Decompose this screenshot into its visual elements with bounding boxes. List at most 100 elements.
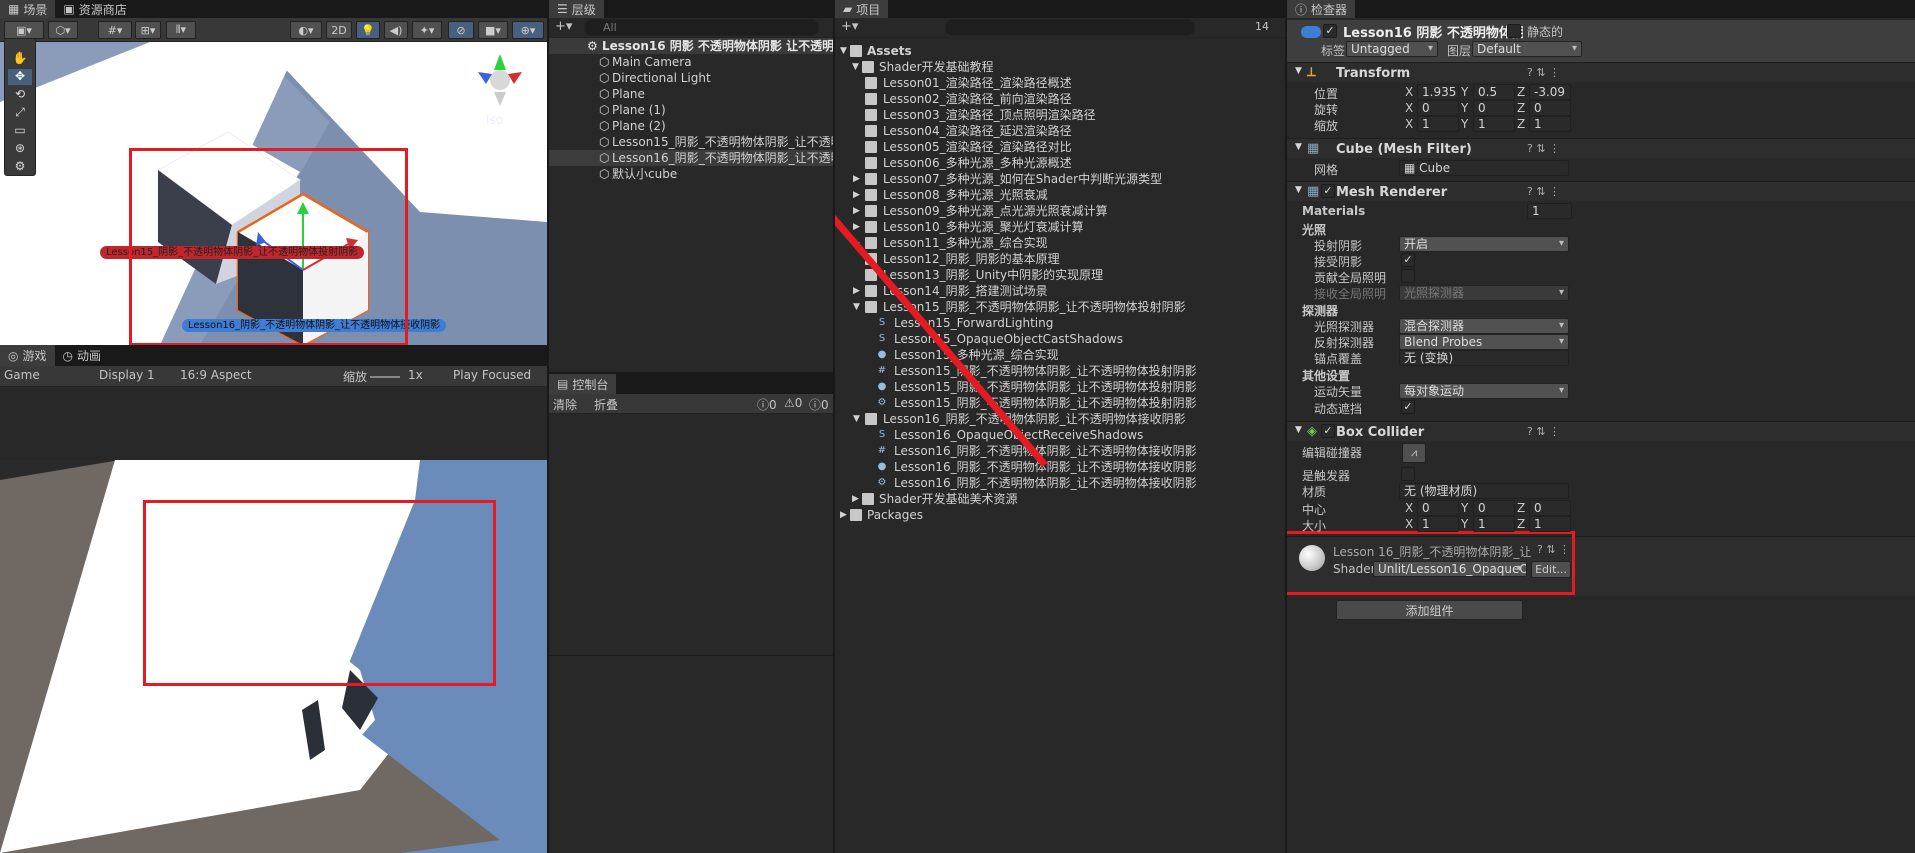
console-divider[interactable] <box>549 655 833 656</box>
dynamic-occlusion-checkbox[interactable]: ✓ <box>1401 400 1415 414</box>
light-probes-dropdown[interactable]: 混合探测器 <box>1399 318 1569 334</box>
tab-console[interactable]: ▤ 控制台 <box>549 374 617 394</box>
expand-arrow-icon[interactable]: ▶ <box>852 491 859 507</box>
object-name-field[interactable]: Lesson16 阴影 不透明物体阴影 让 <box>1343 22 1523 41</box>
project-root-folder[interactable]: ▶ Shader开发基础美术资源 <box>835 491 1285 507</box>
project-search[interactable] <box>945 19 1195 36</box>
axis-label[interactable]: X <box>1405 101 1413 115</box>
static-checkbox[interactable] <box>1507 24 1521 38</box>
axis-label[interactable]: Y <box>1461 517 1468 531</box>
clear-button[interactable]: 清除 <box>553 396 577 413</box>
move-tool-icon[interactable]: ✥ <box>8 69 32 85</box>
audio-toggle[interactable]: ◀) <box>384 21 408 39</box>
mesh-renderer-enabled[interactable]: ✓ <box>1321 184 1335 198</box>
cast-shadows-dropdown[interactable]: 开启 <box>1399 236 1569 252</box>
2d-toggle[interactable]: 2D <box>326 21 352 39</box>
center-z-field[interactable]: 0 <box>1529 500 1571 516</box>
axis-label[interactable]: Z <box>1517 85 1525 99</box>
aspect-dropdown[interactable]: 16:9 Aspect <box>180 368 330 382</box>
scale-tool-icon[interactable]: ⤢ <box>8 105 32 121</box>
axis-label[interactable]: Y <box>1461 117 1468 131</box>
box-collider-enabled[interactable]: ✓ <box>1321 424 1335 438</box>
rect-tool-icon[interactable]: ▭ <box>8 123 32 139</box>
receive-gi-dropdown[interactable]: 光照探测器 <box>1399 285 1569 301</box>
component-menu-icon[interactable]: ? ⇅ ⋮ <box>1527 425 1560 438</box>
scale-z-field[interactable]: 1 <box>1529 116 1571 132</box>
rotation-z-field[interactable]: 0 <box>1529 100 1571 116</box>
play-focused-dropdown[interactable]: Play Focused <box>453 368 547 382</box>
size-y-field[interactable]: 1 <box>1473 516 1515 532</box>
hierarchy-item[interactable]: ⬡Lesson15_阴影_不透明物体阴影_让不透明物体投射 <box>549 134 833 150</box>
lighting-toggle[interactable]: 💡 <box>356 21 380 39</box>
scale-x-field[interactable]: 1 <box>1417 116 1459 132</box>
anchor-override-field[interactable]: 无 (变换) <box>1399 350 1569 366</box>
shader-folder-row[interactable]: ▼ Shader开发基础教程 <box>835 59 1285 75</box>
receive-shadows-checkbox[interactable]: ✓ <box>1401 253 1415 267</box>
add-component-button[interactable]: 添加组件 <box>1336 600 1523 620</box>
box-collider-header[interactable]: ▼ ◈ ✓ Box Collider ? ⇅ ⋮ <box>1287 421 1915 441</box>
rotate-tool-icon[interactable]: ⟲ <box>8 87 32 103</box>
axis-label[interactable]: Z <box>1517 501 1525 515</box>
scale-slider[interactable] <box>370 376 400 378</box>
layer-dropdown[interactable]: Default <box>1472 41 1582 57</box>
axis-label[interactable]: Z <box>1517 517 1525 531</box>
lighting-section[interactable]: 光照 <box>1302 221 1326 238</box>
position-z-field[interactable]: -3.09 <box>1529 84 1571 100</box>
gizmos-button[interactable]: ⊕▾ <box>512 21 544 39</box>
info-count-icon[interactable]: ⓘ0 <box>757 396 777 413</box>
axis-label[interactable]: Z <box>1517 101 1525 115</box>
additional-settings-section[interactable]: 其他设置 <box>1302 367 1350 384</box>
hierarchy-item[interactable]: ⬡ Plane (2) <box>549 118 833 134</box>
active-checkbox[interactable]: ✓ <box>1323 24 1337 38</box>
shading-mode-button[interactable]: ◐▾ <box>290 21 322 39</box>
hidden-packages-count[interactable]: 14 <box>1255 20 1269 33</box>
reflection-probes-dropdown[interactable]: Blend Probes <box>1399 334 1569 350</box>
component-menu-icon[interactable]: ? ⇅ ⋮ <box>1527 185 1560 198</box>
hidden-toggle[interactable]: ⊘ <box>448 21 474 39</box>
position-x-field[interactable]: 1.935 <box>1417 84 1459 100</box>
display-dropdown[interactable]: Display 1 <box>99 368 169 382</box>
tab-hierarchy[interactable]: ☰ 层级 <box>549 0 604 18</box>
center-y-field[interactable]: 0 <box>1473 500 1515 516</box>
project-item[interactable]: Lesson04_渲染路径_延迟渲染路径 <box>835 123 1285 139</box>
component-menu-icon[interactable]: ? ⇅ ⋮ <box>1527 66 1560 79</box>
axis-label[interactable]: X <box>1405 117 1413 131</box>
rotation-x-field[interactable]: 0 <box>1417 100 1459 116</box>
hierarchy-item[interactable]: ⬡ 默认小cube <box>549 166 833 182</box>
transform-header[interactable]: ▼ ⟂ Transform ? ⇅ ⋮ <box>1287 62 1915 82</box>
probes-section[interactable]: 探测器 <box>1302 302 1338 319</box>
project-item[interactable]: Lesson03_渲染路径_顶点照明渲染路径 <box>835 107 1285 123</box>
center-x-field[interactable]: 0 <box>1417 500 1459 516</box>
collapse-button[interactable]: 折叠 <box>594 396 618 413</box>
game-view-dropdown[interactable]: Game <box>4 368 84 382</box>
effects-button[interactable]: ✦▾ <box>412 21 442 39</box>
error-count-icon[interactable]: ⓘ0 <box>809 396 829 413</box>
expand-arrow-icon[interactable]: ▶ <box>840 507 847 523</box>
hierarchy-item[interactable]: ⬡ Main Camera <box>549 54 833 70</box>
size-z-field[interactable]: 1 <box>1529 516 1571 532</box>
axis-label[interactable]: Y <box>1461 85 1468 99</box>
rotation-y-field[interactable]: 0 <box>1473 100 1515 116</box>
snap-increment-button[interactable]: ⊞▾ <box>135 21 161 39</box>
camera-button[interactable]: ■▾ <box>478 21 508 39</box>
materials-label[interactable]: Materials <box>1302 204 1365 218</box>
hierarchy-search[interactable]: All <box>584 19 819 36</box>
tag-dropdown[interactable]: Untagged <box>1346 41 1438 57</box>
materials-count[interactable]: 1 <box>1527 203 1572 219</box>
contribute-gi-checkbox[interactable] <box>1401 269 1415 283</box>
tab-project[interactable]: ▰ 项目 <box>835 0 889 18</box>
axis-label[interactable]: Z <box>1517 117 1525 131</box>
grid-snap-button[interactable]: #▾ <box>98 21 132 39</box>
create-button[interactable]: +▾ <box>555 19 572 34</box>
axis-label[interactable]: Y <box>1461 501 1468 515</box>
iso-label[interactable]: Iso <box>486 113 503 127</box>
mesh-field[interactable]: ▦ Cube <box>1399 160 1569 176</box>
hierarchy-item[interactable]: ⬡ Directional Light <box>549 70 833 86</box>
create-asset-button[interactable]: +▾ <box>841 19 858 34</box>
axis-label[interactable]: X <box>1405 85 1413 99</box>
assets-folder-row[interactable]: ▼ Assets <box>835 43 1285 59</box>
project-root-folder[interactable]: ▶ Packages <box>835 507 1285 523</box>
axis-label[interactable]: Y <box>1461 101 1468 115</box>
rulers-button[interactable]: ⫴▾ <box>166 21 196 39</box>
component-menu-icon[interactable]: ? ⇅ ⋮ <box>1527 142 1560 155</box>
